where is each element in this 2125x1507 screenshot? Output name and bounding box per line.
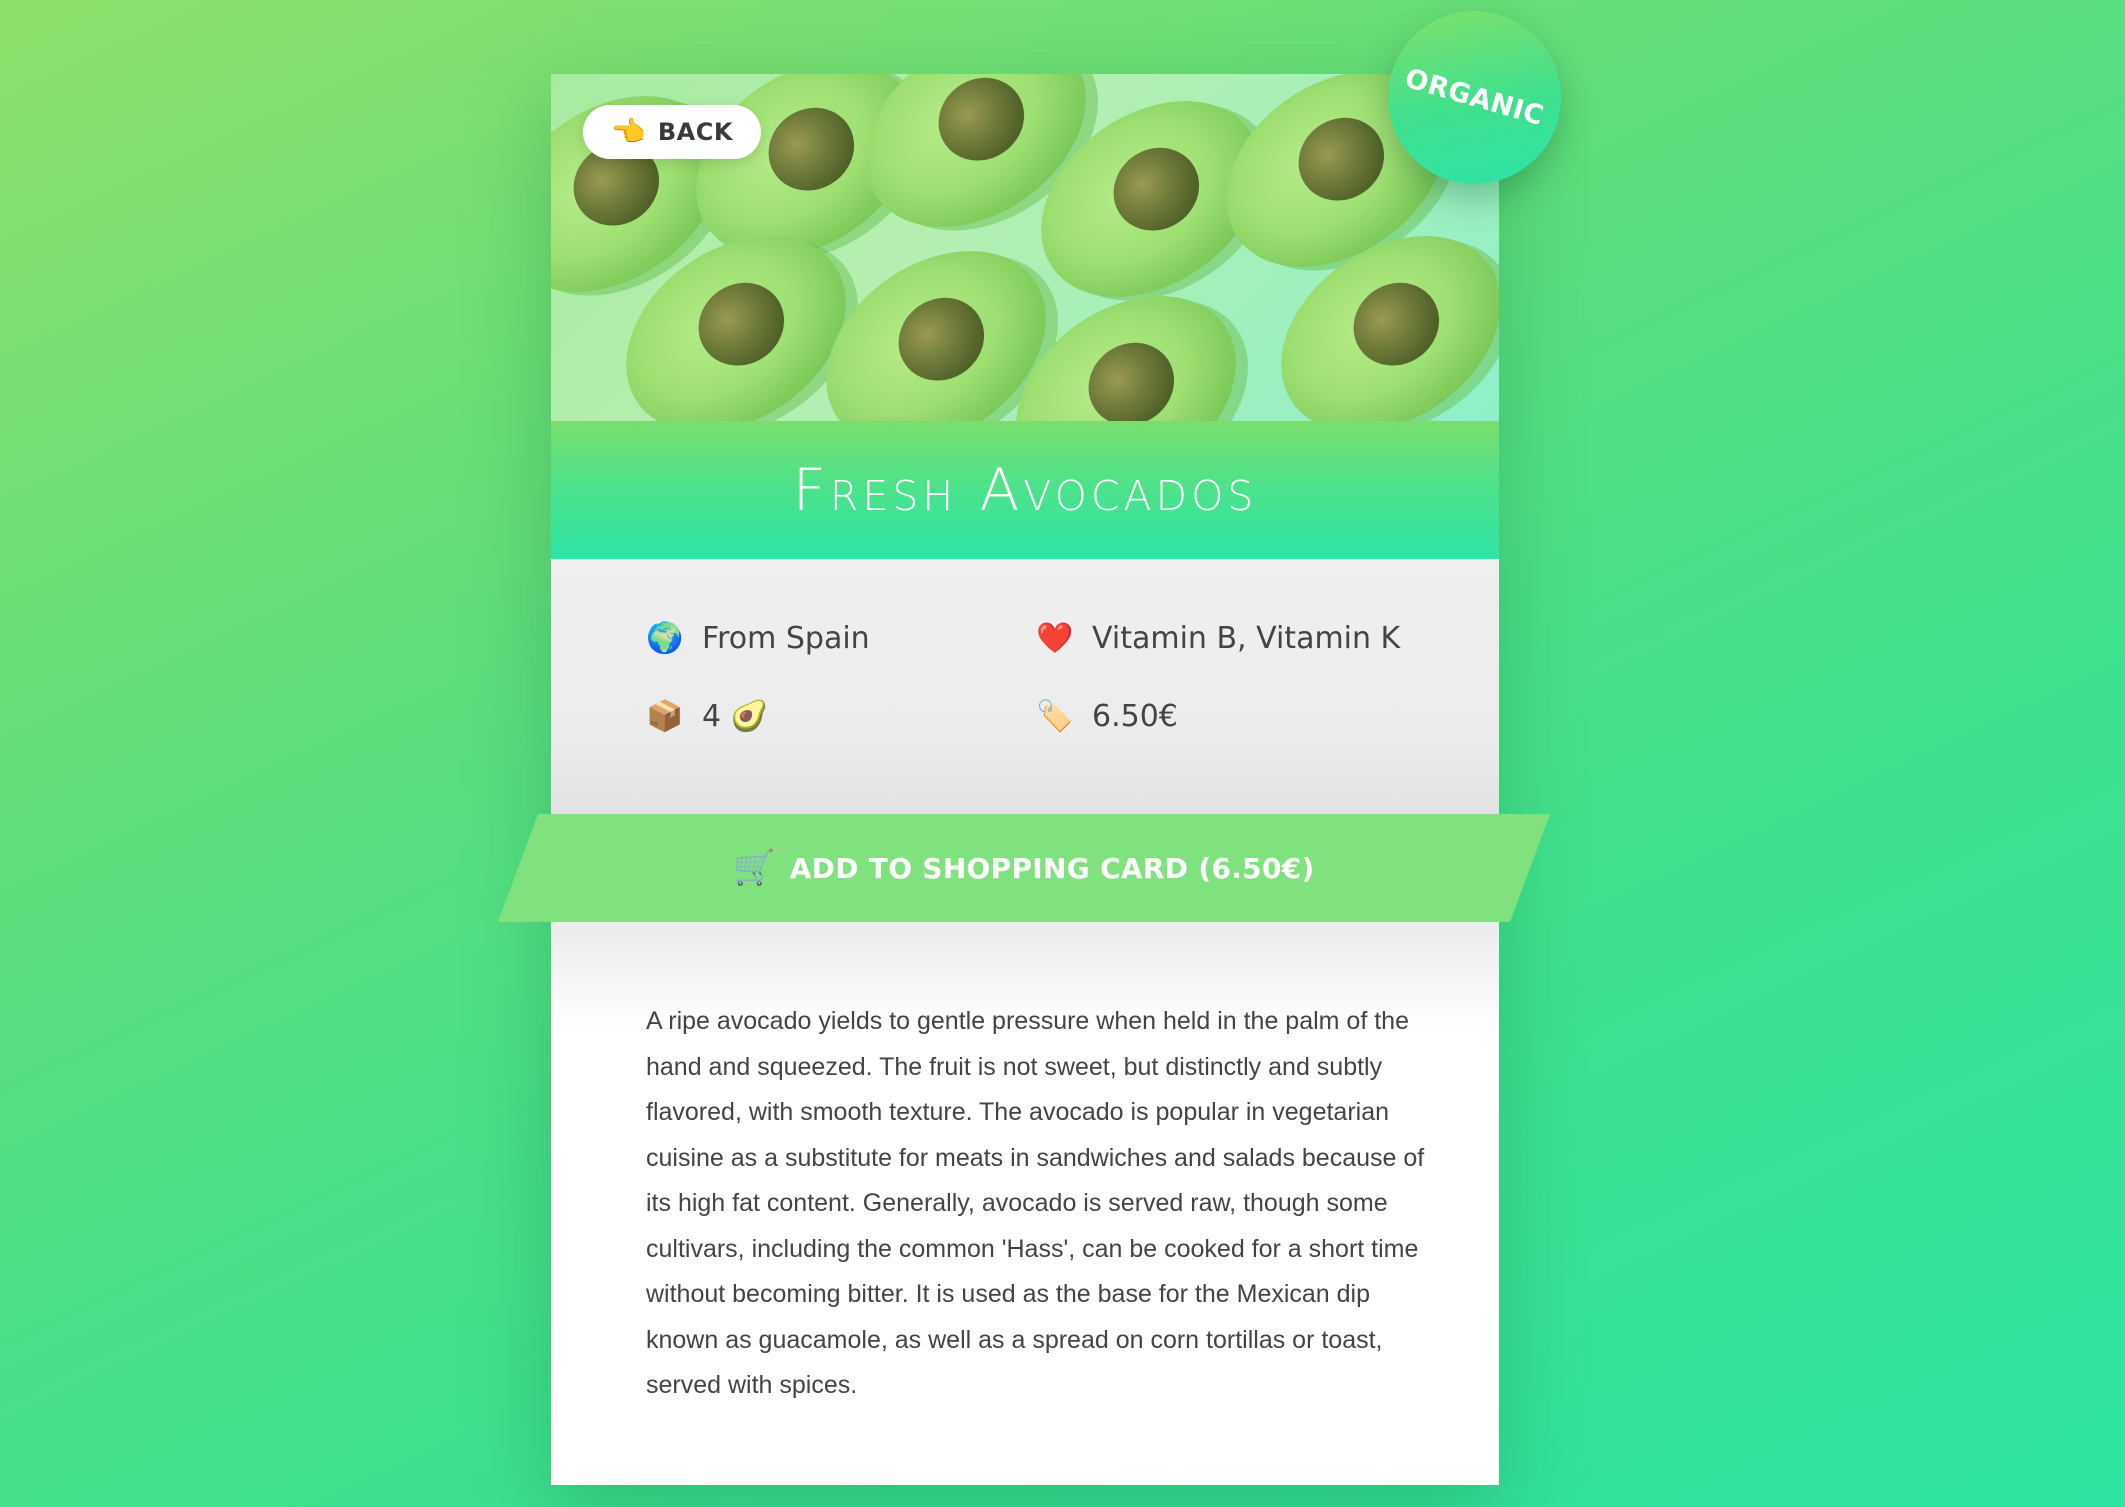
info-price: 🏷️ 6.50€	[1036, 699, 1178, 734]
price-text: 6.50€	[1092, 699, 1178, 734]
heart-icon: ❤️	[1036, 620, 1074, 656]
package-icon: 📦	[646, 698, 684, 734]
product-title: Fresh Avocados	[792, 456, 1258, 524]
info-vitamins: ❤️ Vitamin B, Vitamin K	[1036, 621, 1400, 656]
product-hero-image: 👈 BACK	[551, 74, 1499, 421]
shopping-cart-icon: 🛒	[733, 848, 776, 888]
product-card: 👈 BACK Fresh Avocados 🌍 From Spain ❤️ Vi…	[551, 74, 1499, 1485]
title-banner: Fresh Avocados	[551, 421, 1499, 559]
back-button-label: BACK	[657, 118, 733, 146]
organic-badge-label: ORGANIC	[1401, 62, 1548, 133]
globe-icon: 🌍	[646, 620, 684, 656]
add-to-cart-content: 🛒 ADD TO SHOPPING CARD (6.50€)	[498, 814, 1550, 922]
quantity-text: 4 🥑	[702, 699, 768, 734]
pointing-hand-icon: 👈	[611, 115, 646, 148]
organic-badge: ORGANIC	[1388, 11, 1561, 184]
product-description: A ripe avocado yields to gentle pressure…	[646, 1007, 1425, 1399]
add-to-cart-label: ADD TO SHOPPING CARD (6.50€)	[789, 851, 1315, 885]
origin-text: From Spain	[702, 621, 870, 656]
info-quantity: 📦 4 🥑	[646, 699, 768, 734]
vitamins-text: Vitamin B, Vitamin K	[1092, 621, 1401, 656]
price-tag-icon: 🏷️	[1036, 698, 1074, 734]
product-info-panel: 🌍 From Spain ❤️ Vitamin B, Vitamin K 📦 4…	[551, 559, 1499, 815]
info-origin: 🌍 From Spain	[646, 621, 870, 656]
add-to-cart-button[interactable]: 🛒 ADD TO SHOPPING CARD (6.50€)	[498, 814, 1550, 922]
back-button[interactable]: 👈 BACK	[583, 105, 761, 159]
